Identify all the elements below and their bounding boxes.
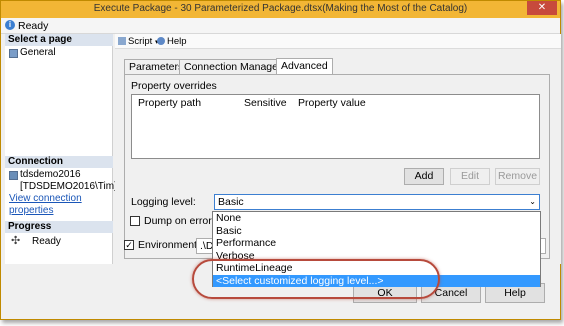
status-text: Ready [18, 20, 49, 32]
logging-option-performance[interactable]: Performance [213, 237, 540, 250]
script-label: Script [128, 36, 153, 47]
view-connection-properties-link[interactable]: View connection properties [9, 193, 109, 217]
column-property-value[interactable]: Property value [298, 97, 366, 109]
highlight-ellipse [192, 259, 440, 299]
toolbar: Script ▾ Help [115, 34, 561, 49]
logging-level-label: Logging level: [131, 196, 196, 208]
progress-header: Progress [5, 221, 113, 233]
server-name: tdsdemo2016 [20, 169, 81, 180]
property-overrides-label: Property overrides [131, 80, 217, 92]
connection-user: [TDSDEMO2016\Tim] [20, 181, 117, 192]
help-icon [157, 37, 165, 45]
edit-button[interactable]: Edit [450, 168, 490, 185]
server-icon [9, 171, 18, 180]
logging-option-none[interactable]: None [213, 212, 540, 225]
window-title: Execute Package - 30 Parameterized Packa… [93, 3, 468, 14]
connection-header: Connection [5, 156, 113, 168]
add-button[interactable]: Add [404, 168, 444, 185]
left-pane: Select a page General Connection tdsdemo… [5, 34, 117, 264]
logging-option-basic[interactable]: Basic [213, 225, 540, 238]
info-icon: i [5, 20, 15, 30]
progress-status: Ready [32, 236, 61, 247]
progress-icon: ✣ [11, 235, 21, 247]
script-icon [118, 37, 126, 45]
logging-level-value: Basic [218, 196, 244, 208]
remove-button[interactable]: Remove [495, 168, 540, 185]
column-sensitive[interactable]: Sensitive [244, 97, 287, 109]
title-bar[interactable]: Execute Package - 30 Parameterized Packa… [1, 1, 560, 18]
environment-checkbox[interactable]: ✓ [124, 240, 134, 250]
close-button[interactable]: ✕ [527, 1, 557, 15]
script-button[interactable]: Script ▾ [118, 36, 158, 47]
page-item-general[interactable]: General [20, 47, 56, 58]
tab-connection-managers[interactable]: Connection Managers [179, 59, 292, 74]
select-page-header: Select a page [5, 34, 113, 46]
property-overrides-table[interactable]: Property path Sensitive Property value [131, 94, 540, 159]
help-label: Help [167, 36, 187, 47]
chevron-down-icon: ⌄ [529, 197, 536, 206]
column-property-path[interactable]: Property path [138, 97, 201, 109]
tab-advanced[interactable]: Advanced [276, 58, 333, 75]
dump-on-errors-checkbox[interactable] [130, 216, 140, 226]
help-toolbar-button[interactable]: Help [157, 36, 187, 47]
dump-on-errors-label: Dump on errors [144, 215, 217, 227]
status-bar: i Ready [1, 18, 560, 34]
environment-label: Environment: [138, 239, 200, 251]
logging-level-select[interactable]: Basic ⌄ [214, 194, 540, 210]
page-icon [9, 49, 18, 58]
